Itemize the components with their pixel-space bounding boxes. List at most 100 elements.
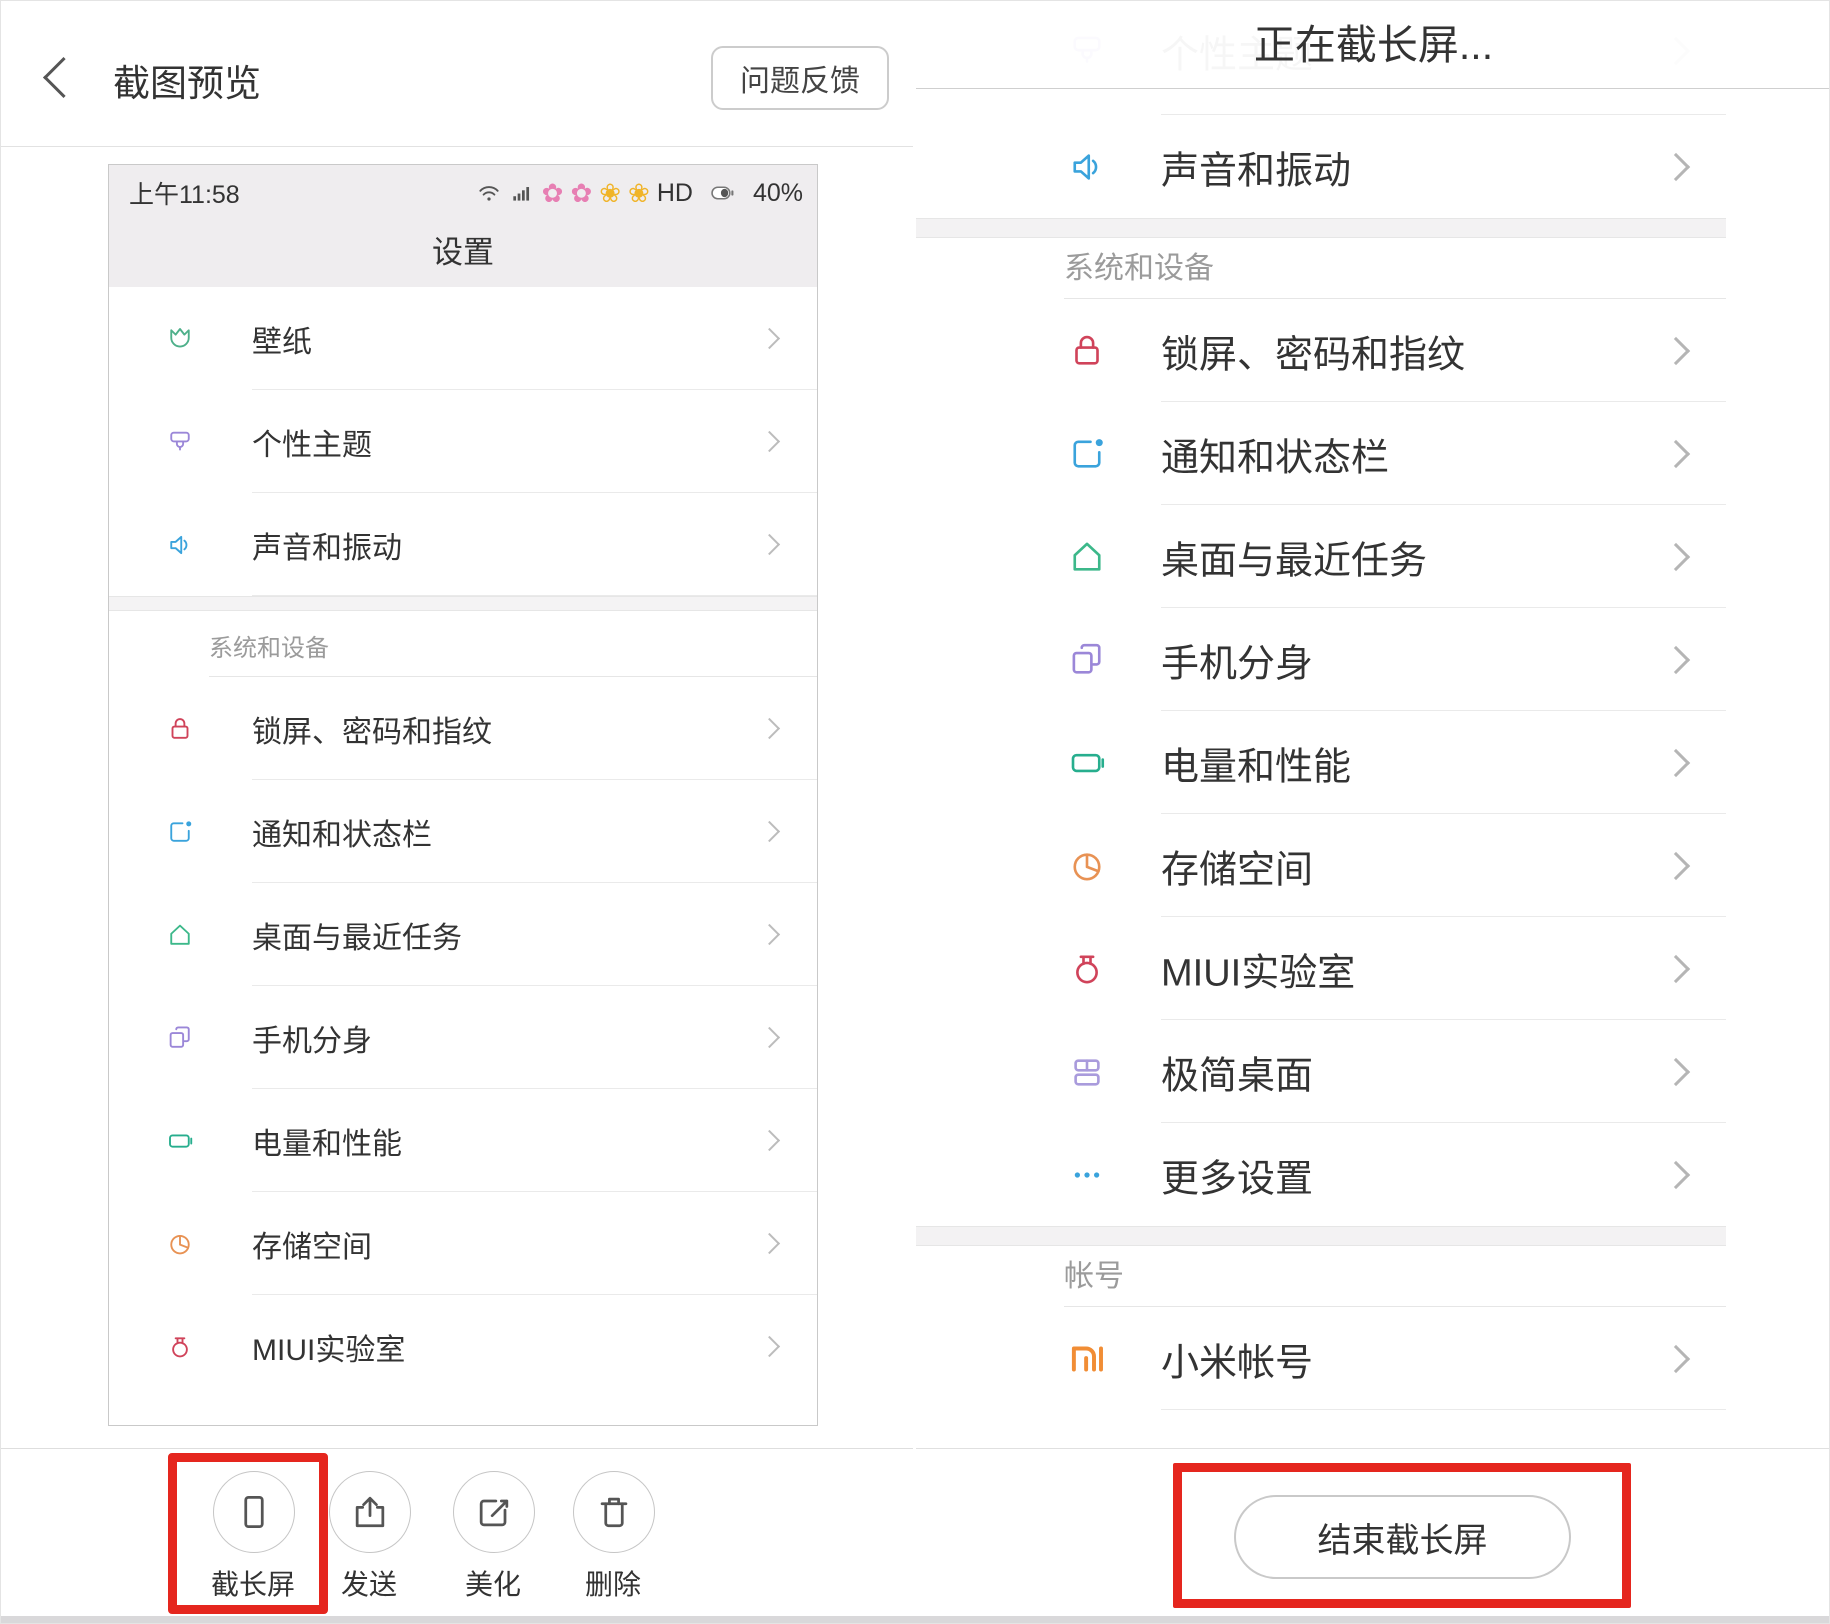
section-band (916, 1226, 1726, 1246)
settings-item-sound[interactable]: 声音和振动 (109, 493, 817, 596)
settings-item-minimal[interactable]: 极简桌面 (916, 1020, 1726, 1123)
item-label: 声音和振动 (252, 523, 402, 567)
item-label: 电量和性能 (252, 1119, 402, 1163)
lab-icon (165, 1332, 195, 1362)
share-icon (348, 1490, 392, 1534)
chevron-right-icon (1662, 542, 1690, 570)
chevron-right-icon (1662, 1160, 1690, 1188)
flower-emoji: ❀ (599, 180, 621, 206)
bottom-edge (1, 1616, 1829, 1623)
scrolling-capture-overlay: 正在截长屏... (916, 1, 1830, 89)
settings-item-notification[interactable]: 通知和状态栏 (109, 780, 817, 883)
item-label: 手机分身 (252, 1016, 372, 1060)
lab-icon (1066, 948, 1108, 990)
chevron-right-icon (759, 1232, 780, 1253)
notification-icon (165, 817, 195, 847)
item-label: 锁屏、密码和指纹 (1161, 323, 1465, 378)
chevron-right-icon (1662, 748, 1690, 776)
battery-icon (165, 1126, 195, 1156)
milogo-icon (1066, 1338, 1108, 1380)
settings-item-more[interactable]: 更多设置 (916, 1123, 1726, 1226)
chevron-right-icon (1662, 152, 1690, 180)
trash-button[interactable] (573, 1471, 655, 1553)
scrolling-capture-title: 正在截长屏... (916, 1, 1830, 89)
item-label: 桌面与最近任务 (1161, 529, 1427, 584)
share-button[interactable] (329, 1471, 411, 1553)
chevron-right-icon (759, 533, 780, 554)
wifi-icon (476, 180, 502, 206)
lock-icon (1066, 330, 1108, 372)
sound-icon (1066, 146, 1108, 188)
settings-item-clone[interactable]: 手机分身 (916, 608, 1726, 711)
chevron-right-icon (1662, 954, 1690, 982)
settings-item-home[interactable]: 桌面与最近任务 (109, 883, 817, 986)
settings-item-battery[interactable]: 电量和性能 (109, 1089, 817, 1192)
toolbar-divider (1, 1448, 913, 1449)
beautify-icon (472, 1490, 516, 1534)
section-label: 系统和设备 (916, 238, 1726, 299)
item-label: 极简桌面 (1161, 1044, 1313, 1099)
flower-emoji: ✿ (570, 180, 592, 206)
chevron-right-icon (759, 923, 780, 944)
section-label: 帐号 (916, 1246, 1726, 1307)
settings-item-lab[interactable]: MIUI实验室 (109, 1295, 817, 1398)
settings-item-lab[interactable]: MIUI实验室 (916, 917, 1726, 1020)
chevron-right-icon (759, 327, 780, 348)
settings-item-clone[interactable]: 手机分身 (109, 986, 817, 1089)
item-label: 电量和性能 (1161, 735, 1351, 790)
item-label: 声音和振动 (1161, 139, 1351, 194)
settings-item-battery[interactable]: 电量和性能 (916, 711, 1726, 814)
notification-icon (1066, 433, 1108, 475)
item-label: MIUI实验室 (1161, 941, 1355, 996)
settings-item-lock[interactable]: 锁屏、密码和指纹 (916, 299, 1726, 402)
right-panel: 个性主题 声音和振动 系统和设备 锁屏、密码和指纹 通知和状态栏 (916, 1, 1830, 1624)
back-chevron-icon[interactable] (43, 57, 84, 98)
battery-icon (1066, 742, 1108, 784)
item-label: 锁屏、密码和指纹 (252, 707, 492, 751)
settings-item-theme[interactable]: 个性主题 (109, 390, 817, 493)
section-band (916, 218, 1726, 238)
chevron-right-icon (759, 717, 780, 738)
settings-item-storage[interactable]: 存储空间 (916, 814, 1726, 917)
flower-emoji: ✿ (542, 180, 564, 206)
flower-emoji: ❀ (628, 180, 650, 206)
screenshot-composite: 截图预览 问题反馈 上午11:58 ✿✿❀❀HD40% 设置 壁纸 个性主题 (0, 0, 1830, 1624)
settings-item-home[interactable]: 桌面与最近任务 (916, 505, 1726, 608)
chevron-right-icon (759, 430, 780, 451)
trash-icon (592, 1490, 636, 1534)
hd-indicator: HD (657, 179, 693, 208)
header-divider (1, 146, 913, 147)
highlight-box-end-button (1173, 1463, 1631, 1608)
item-label: 壁纸 (252, 317, 312, 361)
item-label: 个性主题 (252, 420, 372, 464)
screenshot-thumbnail[interactable]: 上午11:58 ✿✿❀❀HD40% 设置 壁纸 个性主题 (108, 164, 818, 1426)
thumbnail-statusbar: 上午11:58 ✿✿❀❀HD40% 设置 (109, 165, 817, 287)
storage-icon (1066, 845, 1108, 887)
settings-item-sound[interactable]: 声音和振动 (916, 115, 1726, 218)
settings-title: 设置 (109, 227, 817, 272)
theme-icon (165, 427, 195, 457)
item-label: 小米帐号 (1161, 1331, 1313, 1386)
settings-item-storage[interactable]: 存储空间 (109, 1192, 817, 1295)
settings-item-wallpaper[interactable]: 壁纸 (109, 287, 817, 390)
item-label: 存储空间 (1161, 838, 1313, 893)
settings-item-milogo[interactable]: 小米帐号 (916, 1307, 1726, 1410)
item-label: 桌面与最近任务 (252, 913, 462, 957)
chevron-right-icon (759, 1129, 780, 1150)
feedback-button[interactable]: 问题反馈 (711, 46, 889, 110)
home-icon (165, 920, 195, 950)
chevron-right-icon (1662, 1344, 1690, 1372)
section-label: 系统和设备 (109, 611, 817, 677)
item-label: 更多设置 (1161, 1147, 1313, 1202)
item-label: 手机分身 (1161, 632, 1313, 687)
clone-icon (1066, 639, 1108, 681)
settings-item-notification[interactable]: 通知和状态栏 (916, 402, 1726, 505)
clone-icon (165, 1023, 195, 1053)
status-time: 上午11:58 (129, 175, 240, 211)
settings-item-lock[interactable]: 锁屏、密码和指纹 (109, 677, 817, 780)
lock-icon (165, 714, 195, 744)
battery-toggle-icon (700, 181, 746, 205)
signal-icon (509, 180, 535, 206)
beautify-button[interactable] (453, 1471, 535, 1553)
more-icon (1066, 1154, 1108, 1196)
